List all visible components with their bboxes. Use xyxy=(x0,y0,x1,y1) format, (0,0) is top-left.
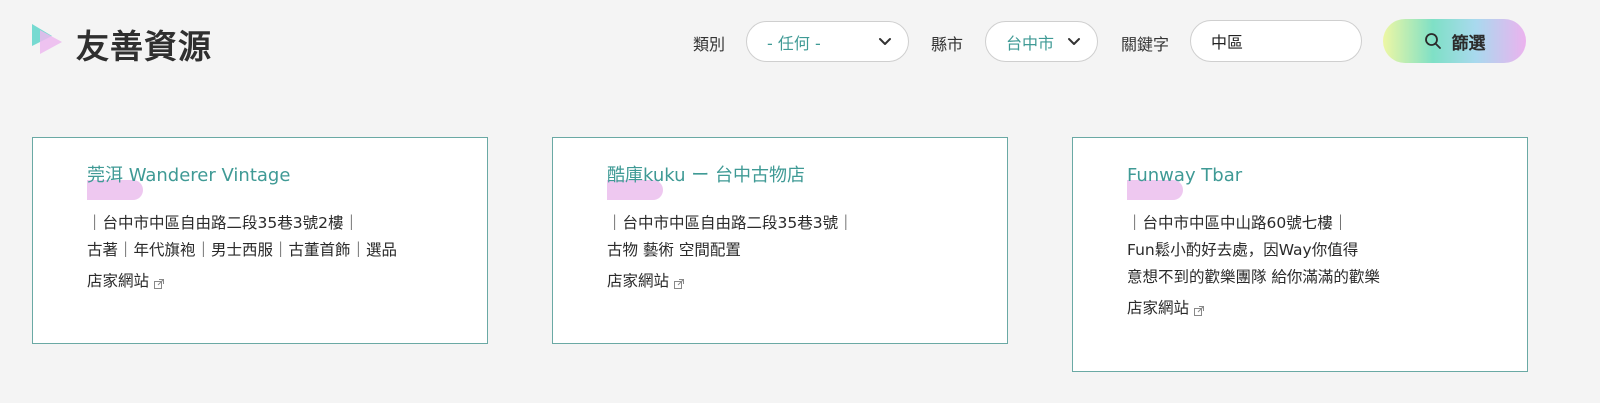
store-website-link[interactable]: 店家網站 xyxy=(1127,293,1205,324)
external-link-icon xyxy=(1194,306,1205,316)
card-description: 古物 藝術 空間配置 xyxy=(607,241,741,259)
chevron-down-icon xyxy=(879,37,891,45)
card-description: 意想不到的歡樂團隊 給你滿滿的歡樂 xyxy=(1127,268,1380,286)
store-website-label: 店家網站 xyxy=(607,272,670,290)
resource-card: 莞洱 Wanderer Vintage ｜台中市中區自由路二段35巷3號2樓｜ … xyxy=(32,137,488,344)
store-website-label: 店家網站 xyxy=(87,272,150,290)
card-title: 酷庫kuku ー 台中古物店 xyxy=(607,165,805,186)
card-title-wrap: Funway Tbar xyxy=(1127,164,1507,200)
page: 友善資源 類別 - 任何 - 縣市 台中市 關鍵字 篩選 莞洱 Wanderer… xyxy=(0,0,1600,403)
keyword-label: 關鍵字 xyxy=(1121,35,1170,54)
external-link-icon xyxy=(154,279,165,289)
chevron-down-icon xyxy=(1068,37,1080,45)
county-select[interactable]: 台中市 xyxy=(985,21,1098,62)
card-title-wrap: 莞洱 Wanderer Vintage xyxy=(87,164,467,200)
card-address: ｜台中市中區自由路二段35巷3號2樓｜ xyxy=(87,214,359,232)
card-title-wrap: 酷庫kuku ー 台中古物店 xyxy=(607,164,987,200)
play-triangle-logo-icon xyxy=(32,24,62,54)
county-label: 縣市 xyxy=(931,35,964,54)
filter-button-label: 篩選 xyxy=(1451,33,1486,54)
card-description: Fun鬆小酌好去處，因Way你值得 xyxy=(1127,241,1359,259)
keyword-input[interactable] xyxy=(1190,20,1362,62)
page-title: 友善資源 xyxy=(76,27,212,66)
card-description: 古著｜年代旗袍｜男士西服｜古董首飾｜選品 xyxy=(87,241,398,259)
card-address: ｜台中市中區自由路二段35巷3號｜ xyxy=(607,214,854,232)
category-label: 類別 xyxy=(693,35,726,54)
resource-card: Funway Tbar ｜台中市中區中山路60號七樓｜ Fun鬆小酌好去處，因W… xyxy=(1072,137,1528,372)
external-link-icon xyxy=(674,279,685,289)
category-select-value: - 任何 - xyxy=(767,33,821,53)
card-title: Funway Tbar xyxy=(1127,165,1243,186)
category-select[interactable]: - 任何 - xyxy=(746,21,909,62)
resource-card: 酷庫kuku ー 台中古物店 ｜台中市中區自由路二段35巷3號｜ 古物 藝術 空… xyxy=(552,137,1008,344)
store-website-link[interactable]: 店家網站 xyxy=(87,266,165,297)
county-select-value: 台中市 xyxy=(1006,33,1055,53)
store-website-label: 店家網站 xyxy=(1127,299,1190,317)
store-website-link[interactable]: 店家網站 xyxy=(607,266,685,297)
filter-button[interactable]: 篩選 xyxy=(1383,19,1526,63)
card-title: 莞洱 Wanderer Vintage xyxy=(87,165,291,186)
search-icon xyxy=(1424,33,1441,49)
card-address: ｜台中市中區中山路60號七樓｜ xyxy=(1127,214,1349,232)
